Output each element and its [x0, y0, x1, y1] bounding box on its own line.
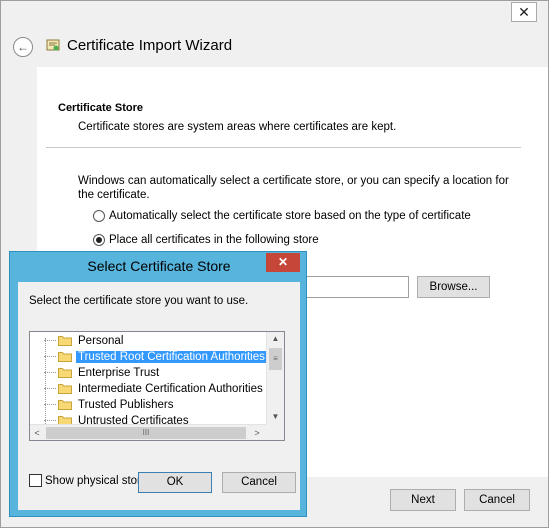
dialog-prompt: Select the certificate store you want to… — [29, 295, 249, 307]
scroll-up-arrow-icon[interactable]: ▲ — [267, 332, 284, 346]
show-physical-stores-checkbox[interactable]: Show physical stores — [29, 474, 153, 490]
scroll-right-arrow-icon[interactable]: > — [250, 425, 264, 440]
dialog-client-area: Select the certificate store you want to… — [18, 282, 300, 510]
scroll-corner — [266, 424, 284, 440]
vertical-scrollbar[interactable]: ▲ ≡ ▼ — [266, 332, 284, 424]
tree-item-trusted-publishers[interactable]: Trusted Publishers — [44, 397, 175, 413]
folder-icon — [58, 384, 72, 395]
cancel-button[interactable]: Cancel — [464, 489, 530, 511]
tree-connector — [44, 356, 56, 358]
tree-item-label: Trusted Publishers — [78, 399, 174, 411]
select-certificate-store-dialog: Select Certificate Store ✕ Select the ce… — [9, 251, 307, 517]
folder-icon — [58, 400, 72, 411]
next-button[interactable]: Next — [390, 489, 456, 511]
certificate-store-field[interactable] — [301, 276, 409, 298]
tree-connector — [44, 340, 56, 342]
tree-connector — [44, 404, 56, 406]
radio-auto-label: Automatically select the certificate sto… — [109, 210, 471, 223]
certificate-store-tree[interactable]: Personal Trusted Root Certification Auth… — [29, 331, 285, 441]
dialog-close-button[interactable]: ✕ — [266, 253, 300, 272]
certificate-icon — [46, 39, 60, 51]
radio-auto-select[interactable]: Automatically select the certificate sto… — [93, 210, 471, 226]
scroll-left-arrow-icon[interactable]: < — [30, 425, 44, 440]
dialog-title: Select Certificate Store — [87, 258, 231, 274]
horizontal-scrollbar[interactable]: < III > — [30, 424, 266, 440]
wizard-close-button[interactable]: ✕ — [511, 2, 537, 22]
wizard-title: Certificate Import Wizard — [67, 37, 233, 54]
folder-icon — [58, 352, 72, 363]
tree-item-enterprise-trust[interactable]: Enterprise Trust — [44, 365, 161, 381]
radio-button-icon[interactable] — [93, 210, 105, 222]
tree-item-label: Trusted Root Certification Authorities — [76, 351, 267, 363]
radio-button-checked-icon[interactable] — [93, 234, 105, 246]
vertical-scroll-thumb[interactable]: ≡ — [269, 348, 282, 370]
tree-connector — [44, 388, 56, 390]
wizard-titlebar: ✕ — [1, 1, 548, 25]
divider — [46, 147, 521, 148]
checkbox-icon[interactable] — [29, 474, 42, 488]
intro-text: Windows can automatically select a certi… — [78, 175, 509, 201]
ok-button[interactable]: OK — [138, 472, 212, 493]
radio-place-label: Place all certificates in the following … — [109, 234, 319, 247]
tree-item-label: Personal — [78, 335, 124, 347]
tree-connector — [44, 372, 56, 374]
tree-item-label: Intermediate Certification Authorities — [78, 383, 263, 395]
scroll-down-arrow-icon[interactable]: ▼ — [267, 410, 284, 424]
tree-connector — [44, 420, 56, 422]
folder-icon — [58, 336, 72, 347]
section-heading: Certificate Store — [58, 102, 143, 114]
tree-item-intermediate[interactable]: Intermediate Certification Authorities — [44, 381, 265, 397]
tree-item-label: Enterprise Trust — [78, 367, 160, 379]
browse-button[interactable]: Browse... — [417, 276, 490, 298]
back-arrow-icon[interactable]: ← — [13, 37, 33, 57]
section-description: Certificate stores are system areas wher… — [78, 121, 397, 133]
tree-item-trusted-root[interactable]: Trusted Root Certification Authorities — [44, 349, 267, 365]
radio-place-in-store[interactable]: Place all certificates in the following … — [93, 234, 319, 250]
show-physical-label: Show physical stores — [45, 475, 154, 487]
tree-item-personal[interactable]: Personal — [44, 333, 125, 349]
dialog-cancel-button[interactable]: Cancel — [222, 472, 296, 493]
folder-icon — [58, 368, 72, 379]
horizontal-scroll-thumb[interactable]: III — [46, 427, 246, 439]
wizard-header: ← Certificate Import Wizard — [1, 25, 548, 67]
